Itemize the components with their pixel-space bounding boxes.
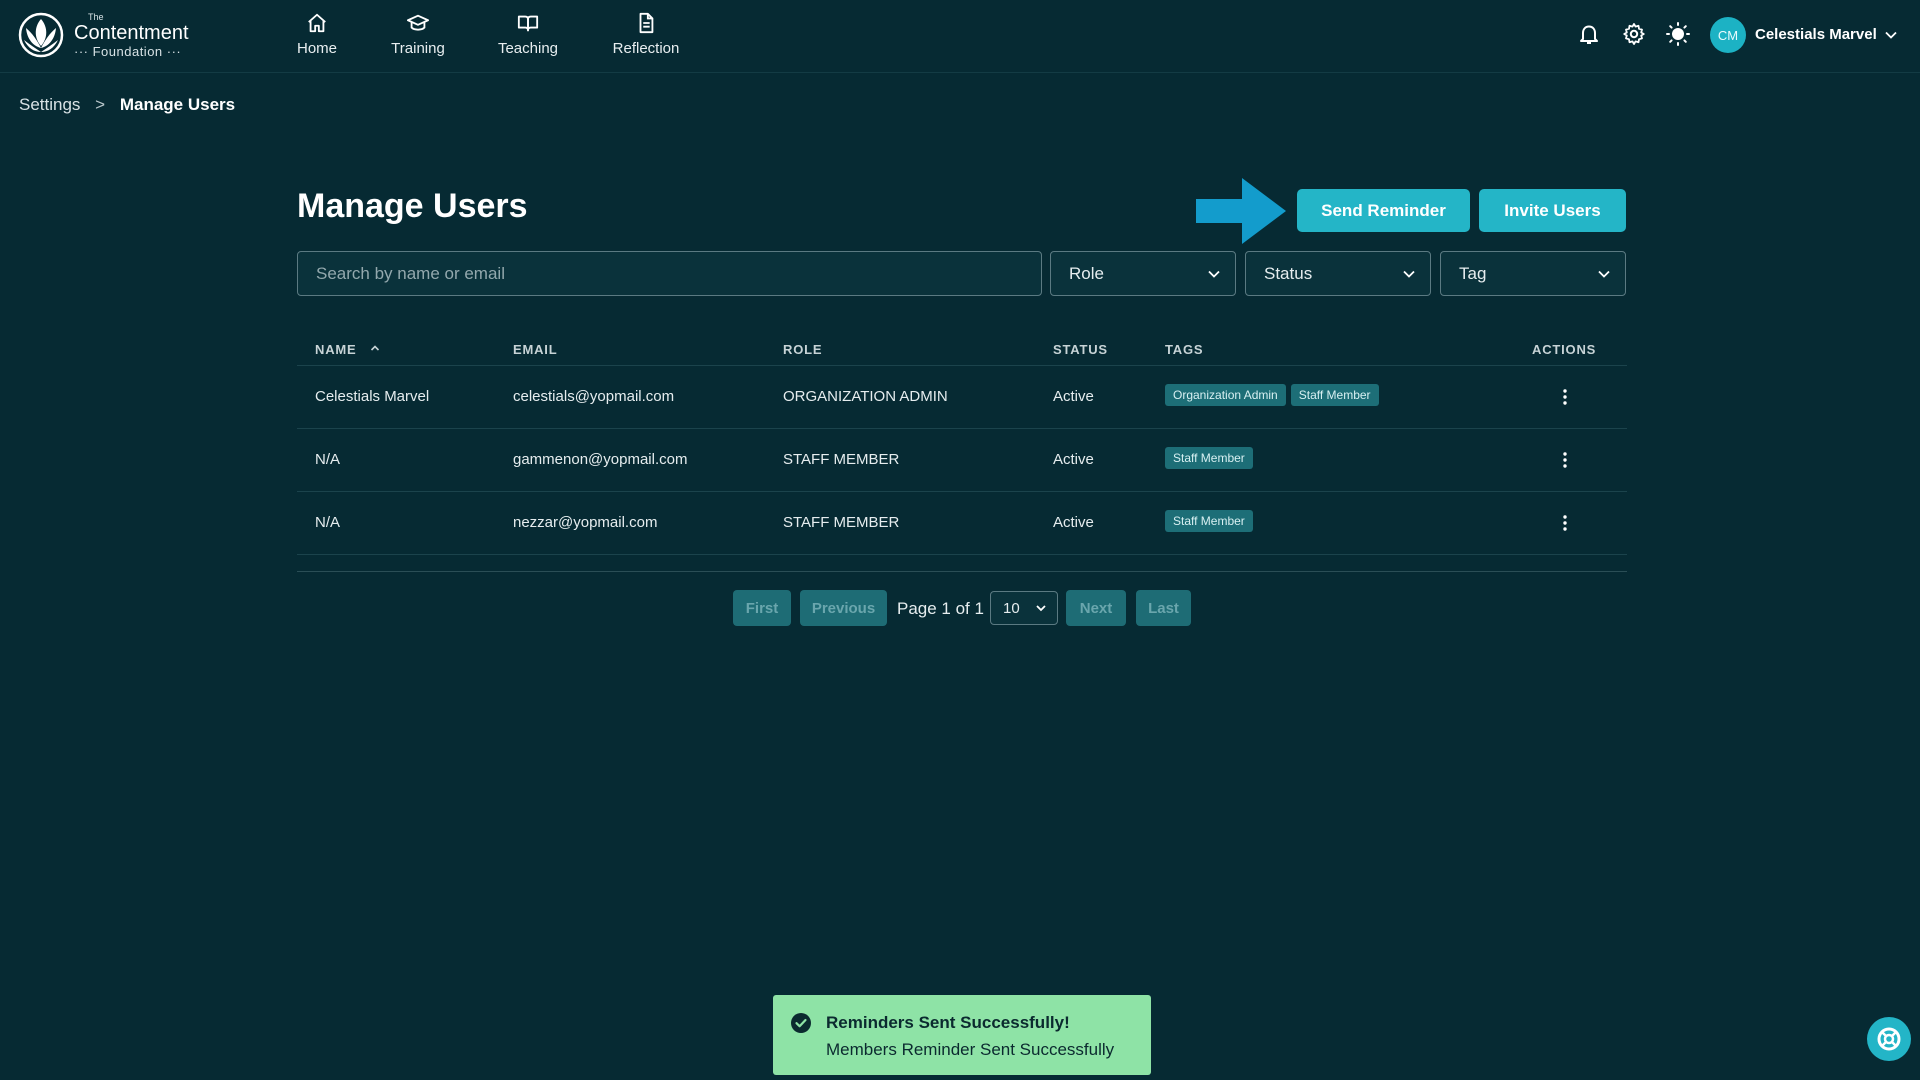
help-button[interactable] [1867,1017,1911,1061]
more-actions-icon[interactable] [1555,512,1575,534]
nav-item-training[interactable]: Training [385,12,451,62]
send-reminder-button[interactable]: Send Reminder [1297,189,1470,232]
nav-item-label: Home [296,40,337,57]
user-status-cell: Active [1053,388,1094,405]
user-name[interactable]: Celestials Marvel [1755,26,1877,43]
tag-badge: Staff Member [1165,510,1253,532]
more-actions-icon[interactable] [1555,449,1575,471]
nav-item-reflection[interactable]: Reflection [606,12,686,62]
user-email-cell: nezzar@yopmail.com [513,514,658,531]
gear-icon[interactable] [1622,22,1646,46]
user-tags-cell: Organization Admin Staff Member [1165,384,1379,406]
table-row: Celestials Marvel celestials@yopmail.com… [297,366,1627,429]
logo-the: The [88,11,104,22]
home-icon [308,13,326,33]
user-tags-cell: Staff Member [1165,447,1253,469]
nav-item-label: Teaching [497,40,559,57]
tag-badge: Organization Admin [1165,384,1286,406]
search-input[interactable] [297,251,1042,296]
breadcrumb-settings[interactable]: Settings [19,95,80,114]
toast-title: Reminders Sent Successfully! [826,1013,1070,1032]
user-name-cell: N/A [315,451,341,468]
user-tags-cell: Staff Member [1165,510,1253,532]
user-status-cell: Active [1053,514,1094,531]
sort-ascending-icon[interactable] [369,342,381,354]
logo-subtitle: ··· Foundation ··· [74,43,182,59]
arrow-right-icon [1196,178,1286,244]
breadcrumb-separator: > [95,95,106,114]
nav-item-label: Reflection [612,40,680,57]
page-size-select[interactable]: 10 [990,591,1058,625]
user-email-cell: gammenon@yopmail.com [513,451,688,468]
tag-badge: Staff Member [1165,447,1253,469]
chevron-down-icon[interactable] [1884,28,1898,42]
status-filter-label: Status [1264,263,1313,283]
breadcrumb: Settings > Manage Users [19,95,235,115]
user-role-cell: ORGANIZATION ADMIN [783,388,948,405]
column-header-role: ROLE [783,342,823,357]
graduation-cap-icon [407,14,429,31]
column-header-email: EMAIL [513,342,558,357]
check-circle-icon [791,1013,811,1033]
lotus-logo-icon [18,12,64,58]
breadcrumb-current: Manage Users [119,95,236,114]
table-row: N/A nezzar@yopmail.com STAFF MEMBER Acti… [297,492,1627,555]
column-header-name[interactable]: NAME [315,342,356,357]
pagination-previous-button[interactable]: Previous [800,590,887,626]
toast-message: Members Reminder Sent Successfully [826,1040,1115,1059]
chevron-down-icon [1036,605,1046,612]
table-divider [297,571,1627,572]
chevron-down-icon [1403,270,1415,278]
nav-item-label: Training [391,40,445,57]
pagination-next-button[interactable]: Next [1066,590,1126,626]
more-actions-icon[interactable] [1555,386,1575,408]
pagination-first-button[interactable]: First [733,590,791,626]
status-filter-select[interactable]: Status [1245,251,1431,296]
page-size-value: 10 [1003,599,1020,617]
tag-filter-label: Tag [1459,263,1487,283]
chevron-down-icon [1208,270,1220,278]
logo[interactable]: The Contentment ··· Foundation ··· [18,12,189,58]
column-header-tags: TAGS [1165,342,1204,357]
document-icon [639,12,654,34]
role-filter-select[interactable]: Role [1050,251,1236,296]
table-header: NAME EMAIL ROLE STATUS TAGS ACTIONS [297,330,1627,366]
user-email-cell: celestials@yopmail.com [513,388,675,405]
invite-users-button[interactable]: Invite Users [1479,189,1626,232]
column-header-status: STATUS [1053,342,1108,357]
column-header-actions: ACTIONS [1532,342,1597,357]
page-title: Manage Users [297,187,528,225]
chevron-down-icon [1598,270,1610,278]
user-name-cell: N/A [315,514,341,531]
table-row: N/A gammenon@yopmail.com STAFF MEMBER Ac… [297,429,1627,492]
role-filter-label: Role [1069,263,1104,283]
logo-name: Contentment [74,21,189,44]
pagination-page-info: Page 1 of 1 [897,599,984,618]
bell-icon[interactable] [1577,22,1601,46]
tag-badge: Staff Member [1290,384,1379,406]
user-name-cell: Celestials Marvel [315,388,430,405]
success-toast: Reminders Sent Successfully! Members Rem… [773,995,1151,1075]
sun-icon[interactable] [1666,22,1690,46]
tag-filter-select[interactable]: Tag [1440,251,1626,296]
logo-text: The Contentment ··· Foundation ··· [74,11,189,59]
avatar[interactable]: CM [1710,17,1746,53]
pagination-last-button[interactable]: Last [1136,590,1191,626]
open-book-icon [517,15,539,32]
nav-item-teaching[interactable]: Teaching [495,12,561,62]
user-role-cell: STAFF MEMBER [783,451,900,468]
lifebuoy-icon [1877,1027,1901,1051]
nav-item-home[interactable]: Home [292,12,342,62]
user-role-cell: STAFF MEMBER [783,514,900,531]
user-status-cell: Active [1053,451,1094,468]
